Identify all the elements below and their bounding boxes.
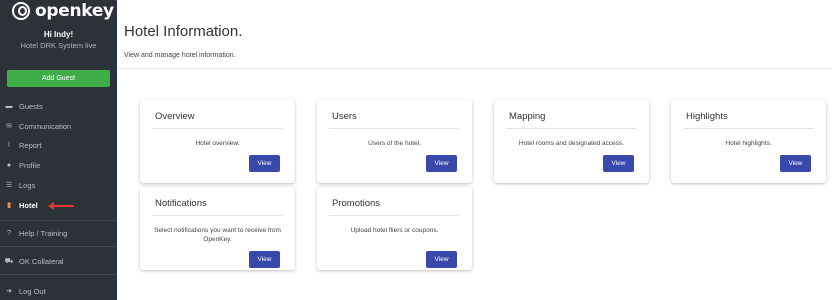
sidebar-item-label: OK Collateral	[19, 256, 64, 266]
sidebar-item-ok-collateral[interactable]: ⛟ OK Collateral	[0, 252, 117, 270]
sidebar-item-guests[interactable]: ▬ Guests	[0, 97, 117, 115]
card-title: Promotions	[332, 198, 381, 209]
card-title: Notifications	[155, 198, 207, 209]
view-mapping-button[interactable]: View	[603, 155, 634, 172]
page-title: Hotel Information.	[124, 23, 243, 40]
page-subtitle: View and manage hotel information.	[124, 52, 236, 59]
card-title: Highlights	[686, 111, 728, 122]
card-description: Select notifications you want to receive…	[154, 227, 281, 243]
cart-icon: ⛟	[4, 257, 14, 265]
divider	[0, 274, 117, 275]
red-arrow-annotation	[48, 202, 74, 210]
brand-logo[interactable]: openkey	[12, 0, 114, 22]
sidebar: openkey Hi Indy! Hotel DRK System live A…	[0, 0, 117, 300]
question-icon: ?	[7, 229, 11, 237]
sidebar-item-label: Log Out	[19, 286, 46, 296]
sidebar-item-label: Report	[19, 140, 42, 150]
brand-name: openkey	[35, 1, 114, 21]
user-icon: ●	[6, 161, 12, 169]
sidebar-item-report[interactable]: ⌇ Report	[0, 136, 117, 154]
card-title: Overview	[155, 111, 195, 122]
sidebar-item-label: Profile	[19, 160, 41, 170]
logout-icon: ➜	[6, 288, 12, 295]
view-promotions-button[interactable]: View	[426, 251, 457, 268]
view-notifications-button[interactable]: View	[249, 251, 280, 268]
hotel-subtitle: Hotel DRK System live	[20, 41, 97, 50]
card-overview: Overview Hotel overview. View	[140, 100, 295, 183]
card-title: Mapping	[509, 111, 546, 122]
card-users: Users Users of the hotel. View	[317, 100, 472, 183]
bed-icon: ▬	[5, 102, 13, 110]
divider	[0, 220, 117, 221]
sidebar-item-label: Logs	[19, 180, 36, 190]
view-users-button[interactable]: View	[426, 155, 457, 172]
sidebar-item-label: Communication	[19, 121, 72, 131]
openkey-logo-icon	[12, 2, 30, 20]
divider	[0, 246, 117, 247]
chart-icon: ⌇	[7, 142, 11, 149]
card-mapping: Mapping Hotel rooms and designated acces…	[494, 100, 649, 183]
card-description: Users of the hotel.	[368, 140, 421, 147]
card-description: Hotel rooms and designated access.	[518, 140, 625, 147]
card-highlights: Highlights Hotel highlights. View	[671, 100, 826, 183]
building-icon: ▮	[7, 202, 11, 209]
sidebar-item-communication[interactable]: ✉ Communication	[0, 117, 117, 135]
list-icon: ☰	[5, 182, 13, 189]
add-guest-button[interactable]: Add Guest	[7, 70, 110, 87]
card-description: Upload hotel fliers or coupons.	[350, 227, 439, 234]
sidebar-item-profile[interactable]: ● Profile	[0, 156, 117, 174]
view-overview-button[interactable]: View	[249, 155, 280, 172]
card-description: Hotel highlights.	[725, 140, 772, 147]
sidebar-item-label: Hotel	[19, 200, 38, 210]
sidebar-item-label: Help / Training	[19, 228, 68, 238]
card-description: Hotel overview.	[195, 140, 240, 147]
user-greeting: Hi Indy!	[43, 30, 74, 39]
card-title: Users	[332, 111, 357, 122]
sidebar-item-help-training[interactable]: ? Help / Training	[0, 224, 117, 242]
card-notifications: Notifications Select notifications you w…	[140, 187, 295, 270]
sidebar-item-logs[interactable]: ☰ Logs	[0, 176, 117, 194]
view-highlights-button[interactable]: View	[780, 155, 811, 172]
sidebar-item-label: Guests	[19, 101, 43, 111]
sidebar-item-log-out[interactable]: ➜ Log Out	[0, 282, 117, 300]
card-promotions: Promotions Upload hotel fliers or coupon…	[317, 187, 472, 270]
header-divider	[117, 68, 832, 69]
envelope-icon: ✉	[6, 123, 12, 130]
